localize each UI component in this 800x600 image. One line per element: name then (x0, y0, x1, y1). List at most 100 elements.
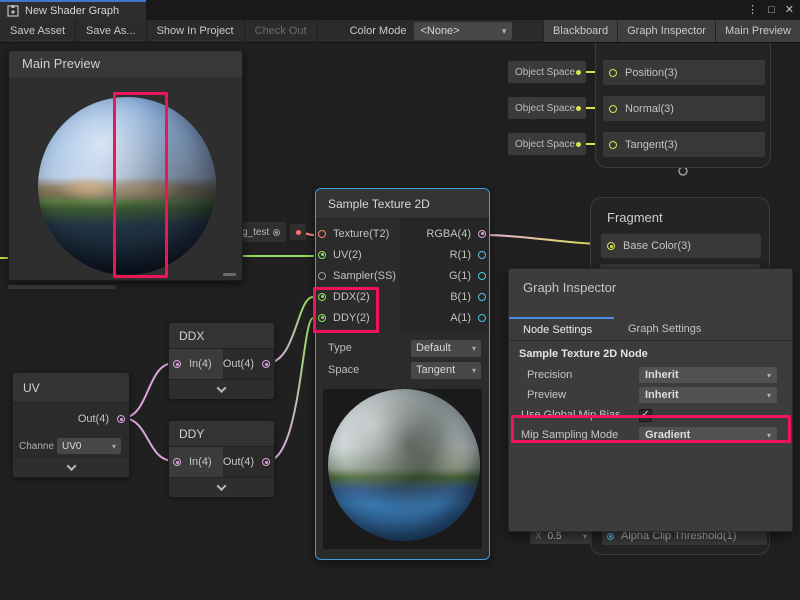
show-in-project-button[interactable]: Show In Project (147, 20, 245, 42)
window-menu-icon[interactable]: ⋮ (747, 0, 758, 20)
partial-node-strip (8, 285, 116, 289)
object-space-node[interactable]: Object Space (508, 61, 586, 83)
ddx-out-port[interactable] (262, 360, 270, 368)
vertex-row-tangent[interactable]: Tangent(3) (603, 132, 765, 157)
rgba-port[interactable] (478, 230, 486, 238)
gtest-output-port[interactable] (290, 224, 306, 240)
collapse-row[interactable] (169, 477, 274, 497)
ddy-in-port[interactable] (173, 458, 181, 466)
uv-out-port[interactable] (117, 415, 125, 423)
texture-port[interactable] (318, 230, 326, 238)
graph-canvas[interactable]: Vertex Position(3) Normal(3) Tangent(3) … (0, 43, 800, 600)
vertex-context-node[interactable]: Vertex Position(3) Normal(3) Tangent(3) (595, 43, 771, 168)
chevron-down-icon: ▾ (583, 532, 587, 541)
sample-texture-2d-node[interactable]: Sample Texture 2D Texture(T2) UV(2) Samp… (315, 188, 490, 560)
port-label: Out(4) (223, 358, 254, 370)
object-space-node[interactable]: Object Space (508, 97, 586, 119)
resize-gripper[interactable] (223, 273, 236, 276)
tab-node-settings[interactable]: Node Settings (509, 317, 614, 340)
maximize-icon[interactable]: □ (768, 0, 775, 20)
ddx-node[interactable]: DDX In(4) Out(4) (168, 322, 275, 398)
collapse-chevron-icon (217, 481, 227, 491)
collapse-chevron-icon (217, 383, 227, 393)
g-port[interactable] (478, 272, 486, 280)
check-out-button: Check Out (245, 20, 318, 42)
object-space-node[interactable]: Object Space (508, 133, 586, 155)
tangent-port[interactable] (609, 141, 617, 149)
sampler-port[interactable] (318, 272, 326, 280)
chevron-down-icon: ▾ (472, 366, 476, 375)
port-label: Tangent(3) (625, 139, 678, 151)
port-label: A(1) (450, 312, 471, 324)
mini-label: Object Space (515, 103, 575, 114)
precision-value: Inherit (645, 369, 679, 381)
base-color-port[interactable] (607, 242, 615, 250)
color-mode-label: Color Mode (342, 20, 415, 42)
precision-label: Precision (517, 369, 639, 381)
annotation-rect-preview (113, 92, 168, 278)
type-dropdown[interactable]: Default ▾ (411, 340, 481, 357)
main-preview-button[interactable]: Main Preview (715, 20, 800, 42)
space-dropdown[interactable]: Tangent ▾ (411, 362, 481, 379)
port-label: G(1) (449, 270, 471, 282)
chevron-down-icon: ▾ (767, 391, 771, 400)
ddx-in-port[interactable] (173, 360, 181, 368)
collapse-row[interactable] (13, 457, 129, 477)
texture-port-dot (296, 230, 301, 235)
sample-texture-title: Sample Texture 2D (316, 189, 489, 219)
vector-port-dot[interactable] (576, 106, 581, 111)
annotation-rect-ddx-ddy (313, 287, 379, 333)
collapse-row[interactable] (169, 379, 274, 399)
chevron-down-icon: ▾ (112, 442, 116, 451)
collapse-chevron-icon (66, 461, 76, 471)
alpha-clip-port[interactable] (607, 533, 614, 540)
vertex-row-position[interactable]: Position(3) (603, 60, 765, 85)
port-label: Out(4) (78, 413, 109, 425)
graph-inspector-button[interactable]: Graph Inspector (617, 20, 715, 42)
wire-rgba-basecolor[interactable] (486, 235, 606, 244)
preview-dropdown[interactable]: Inherit ▾ (639, 387, 777, 403)
node-preview (323, 389, 482, 549)
ddx-node-title: DDX (169, 323, 274, 349)
r-port[interactable] (478, 251, 486, 259)
vector-port-dot[interactable] (576, 70, 581, 75)
fragment-row-basecolor[interactable]: Base Color(3) (601, 234, 761, 258)
precision-dropdown[interactable]: Inherit ▾ (639, 367, 777, 383)
space-label: Space (328, 364, 359, 376)
chevron-down-icon: ▾ (502, 26, 507, 37)
uv-node[interactable]: UV Out(4) Channe UV0 ▾ (12, 372, 130, 478)
vector-port-dot[interactable] (576, 142, 581, 147)
property-label: g_test (242, 227, 269, 238)
type-label: Type (328, 342, 352, 354)
property-node-gtest[interactable]: g_test (238, 222, 286, 242)
normal-port[interactable] (609, 105, 617, 113)
a-port[interactable] (478, 314, 486, 322)
port-label: UV(2) (333, 249, 362, 261)
toolbar: Save Asset Save As... Show In Project Ch… (0, 20, 800, 43)
ddy-out-port[interactable] (262, 458, 270, 466)
save-as-button[interactable]: Save As... (76, 20, 147, 42)
close-icon[interactable]: ✕ (785, 0, 794, 20)
uv-port[interactable] (318, 251, 326, 259)
b-port[interactable] (478, 293, 486, 301)
tab-new-shader-graph[interactable]: New Shader Graph (0, 0, 146, 20)
ddy-node[interactable]: DDY In(4) Out(4) (168, 420, 275, 496)
channel-dropdown[interactable]: UV0 ▾ (57, 438, 121, 454)
port-label: In(4) (189, 358, 212, 370)
save-asset-button[interactable]: Save Asset (0, 20, 76, 42)
exposed-property-icon (273, 229, 280, 236)
color-mode-dropdown[interactable]: <None> ▾ (414, 22, 512, 40)
position-port[interactable] (609, 69, 617, 77)
preview-value: Inherit (645, 389, 679, 401)
type-value: Default (416, 342, 451, 354)
float-axis-label: X (535, 531, 542, 542)
blackboard-button[interactable]: Blackboard (543, 20, 617, 42)
port-label: Position(3) (625, 67, 678, 79)
vertex-row-normal[interactable]: Normal(3) (603, 96, 765, 121)
shader-graph-window: New Shader Graph ⋮ □ ✕ Save Asset Save A… (0, 0, 800, 600)
tab-title: New Shader Graph (25, 5, 119, 17)
channel-label: Channe (19, 441, 54, 452)
preview-label: Preview (517, 389, 639, 401)
annotation-rect-mip-mode (511, 415, 791, 443)
tab-graph-settings[interactable]: Graph Settings (614, 317, 715, 340)
